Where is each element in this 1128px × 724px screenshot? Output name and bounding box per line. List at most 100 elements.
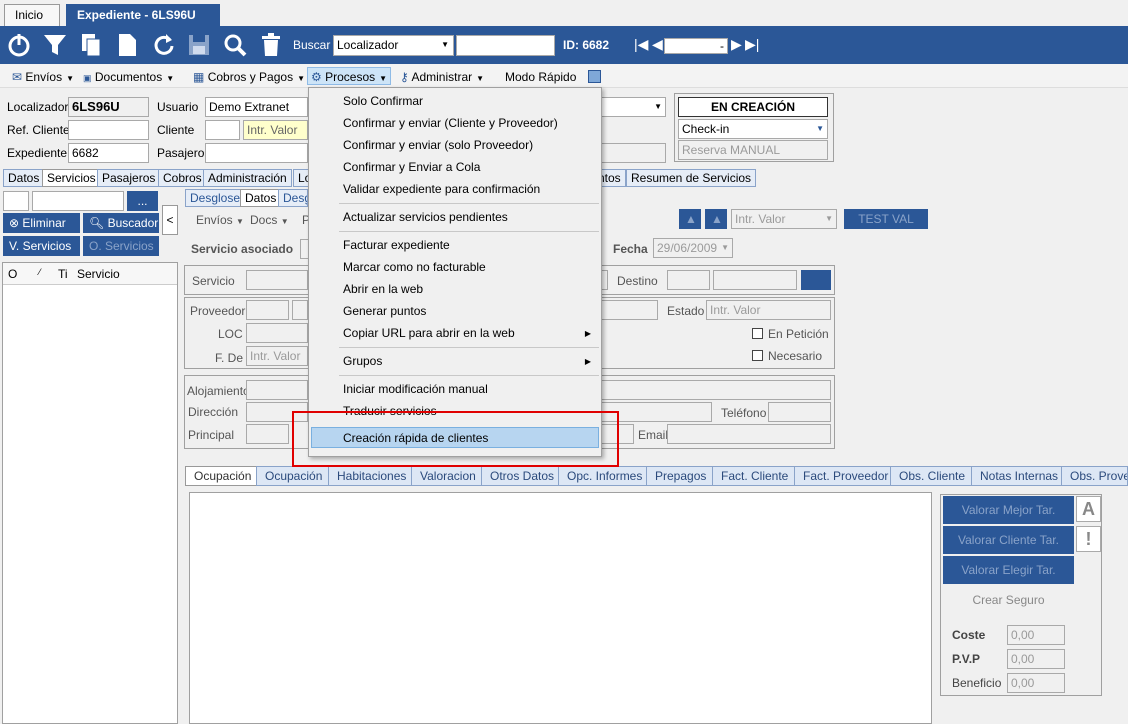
left-more-button[interactable]: ... bbox=[127, 191, 158, 211]
last-record-icon[interactable]: ▶| bbox=[745, 36, 759, 53]
proveedor-field[interactable] bbox=[292, 300, 308, 320]
v-servicios-button[interactable]: V. Servicios bbox=[3, 236, 80, 256]
destino-code-field[interactable] bbox=[667, 270, 710, 290]
bottom-tab-opc-informes[interactable]: Opc. Informes bbox=[558, 466, 652, 486]
left-code-input[interactable] bbox=[3, 191, 29, 211]
service-select[interactable]: Intr. Valor ▼ bbox=[731, 209, 837, 229]
loc-field[interactable] bbox=[246, 323, 308, 343]
bottom-tab-notas-internas[interactable]: Notas Internas bbox=[971, 466, 1068, 486]
subtab-desglose[interactable]: Desglose bbox=[185, 189, 246, 207]
image-icon[interactable] bbox=[588, 70, 601, 83]
first-record-icon[interactable]: |◀ bbox=[634, 36, 648, 53]
destino-button[interactable] bbox=[801, 270, 831, 290]
trash-icon[interactable] bbox=[258, 32, 284, 58]
col-ti[interactable]: Ti bbox=[58, 267, 68, 281]
valorar-mejor-button[interactable]: Valorar Mejor Tar. bbox=[943, 496, 1074, 524]
menu-item-facturar-expediente[interactable]: Facturar expediente bbox=[343, 238, 450, 252]
search-icon[interactable] bbox=[222, 32, 248, 58]
menu-item-copiar-url[interactable]: Copiar URL para abrir en la web bbox=[343, 326, 515, 340]
en-peticion-checkbox[interactable] bbox=[752, 328, 763, 339]
alert-button[interactable]: ! bbox=[1076, 526, 1101, 552]
menu-envios[interactable]: ✉ Envíos ▼ bbox=[12, 68, 74, 86]
font-button[interactable]: A bbox=[1076, 496, 1101, 522]
menu-procesos[interactable]: ⚙ Procesos ▼ bbox=[307, 67, 392, 85]
menu-item-actualizar-servicios[interactable]: Actualizar servicios pendientes bbox=[343, 210, 508, 224]
expediente-field[interactable]: 6682 bbox=[68, 143, 149, 163]
subtab-desg[interactable]: Desg bbox=[278, 189, 308, 207]
bottom-tab-valoracion[interactable]: Valoracion bbox=[411, 466, 485, 486]
valorar-cliente-button[interactable]: Valorar Cliente Tar. bbox=[943, 526, 1074, 554]
sub-docs-menu[interactable]: Docs ▼ bbox=[250, 213, 289, 227]
next-record-icon[interactable]: ▶ bbox=[731, 36, 742, 53]
new-document-icon[interactable] bbox=[114, 32, 140, 58]
tab-pasajeros[interactable]: Pasajeros bbox=[97, 169, 161, 187]
tab-datos[interactable]: Datos bbox=[3, 169, 45, 187]
buscar-input[interactable] bbox=[456, 35, 555, 56]
collapse-panel-button[interactable]: < bbox=[162, 205, 178, 235]
menu-cobros[interactable]: ▦ Cobros y Pagos ▼ bbox=[193, 68, 305, 86]
bottom-tab-otros-datos[interactable]: Otros Datos bbox=[481, 466, 564, 486]
subtab-datos[interactable]: Datos bbox=[240, 189, 282, 207]
menu-item-iniciar-modificacion[interactable]: Iniciar modificación manual bbox=[343, 382, 488, 396]
reserva-manual-button[interactable]: Reserva MANUAL bbox=[678, 140, 828, 160]
cliente-code-field[interactable] bbox=[205, 120, 240, 140]
menu-item-grupos[interactable]: Grupos bbox=[343, 354, 382, 368]
ref-cliente-field[interactable] bbox=[68, 120, 149, 140]
menu-item-solo-confirmar[interactable]: Solo Confirmar bbox=[343, 94, 423, 108]
bottom-tab-habitaciones[interactable]: Habitaciones bbox=[328, 466, 416, 486]
bottom-tab-fact-cliente[interactable]: Fact. Cliente bbox=[712, 466, 798, 486]
buscar-select[interactable]: Localizador ▼ bbox=[333, 35, 454, 56]
telefono-field[interactable] bbox=[768, 402, 831, 422]
services-list[interactable]: O ⁄ Ti Servicio bbox=[2, 262, 178, 724]
necesario-checkbox[interactable] bbox=[752, 350, 763, 361]
buscador-button[interactable]: 🔍︎ Buscador bbox=[83, 213, 159, 233]
menu-item-confirmar-enviar-cola[interactable]: Confirmar y Enviar a Cola bbox=[343, 160, 480, 174]
menu-item-marcar-no-facturable[interactable]: Marcar como no facturable bbox=[343, 260, 486, 274]
record-nav-input[interactable]: - bbox=[664, 38, 728, 54]
save-icon[interactable] bbox=[186, 32, 212, 58]
valorar-elegir-button[interactable]: Valorar Elegir Tar. bbox=[943, 556, 1074, 584]
alojamiento-field-2[interactable] bbox=[600, 380, 831, 400]
fecha-field[interactable]: 29/06/2009 ▼ bbox=[653, 238, 733, 258]
menu-item-confirmar-enviar-proveedor[interactable]: Confirmar y enviar (solo Proveedor) bbox=[343, 138, 533, 152]
menu-item-confirmar-enviar-cliente-proveedor[interactable]: Confirmar y enviar (Cliente y Proveedor) bbox=[343, 116, 558, 130]
menu-documentos[interactable]: ▣ Documentos ▼ bbox=[83, 68, 174, 86]
tab-inicio[interactable]: Inicio bbox=[4, 4, 60, 26]
menu-item-generar-puntos[interactable]: Generar puntos bbox=[343, 304, 426, 318]
menu-administrar[interactable]: ⚷ Administrar ▼ bbox=[400, 68, 484, 86]
estado-field[interactable]: Intr. Valor bbox=[706, 300, 831, 320]
tab-resumen-servicios[interactable]: Resumen de Servicios bbox=[626, 169, 757, 187]
bottom-tab-ocupacion-2[interactable]: Ocupación bbox=[256, 466, 332, 486]
menu-item-validar-expediente[interactable]: Validar expediente para confirmación bbox=[343, 182, 540, 196]
cliente-field[interactable]: Intr. Valor bbox=[243, 120, 308, 140]
usuario-field[interactable]: Demo Extranet bbox=[205, 97, 308, 117]
alojamiento-field[interactable] bbox=[246, 380, 308, 400]
up-arrow-icon[interactable]: ▲ bbox=[679, 209, 701, 229]
proveedor-field-2[interactable] bbox=[600, 300, 658, 320]
refresh-icon[interactable] bbox=[150, 32, 176, 58]
ocupacion-content[interactable] bbox=[189, 492, 932, 724]
principal-field[interactable] bbox=[246, 424, 289, 444]
email-field[interactable] bbox=[667, 424, 831, 444]
bottom-tab-obs-cliente[interactable]: Obs. Cliente bbox=[890, 466, 975, 486]
servicio-field[interactable] bbox=[246, 270, 308, 290]
fde-field[interactable]: Intr. Valor bbox=[246, 346, 308, 366]
crear-seguro-button[interactable]: Crear Seguro bbox=[943, 586, 1074, 614]
prev-record-icon[interactable]: ◀ bbox=[652, 36, 663, 53]
bottom-tab-prepagos[interactable]: Prepagos bbox=[646, 466, 716, 486]
pasajero-field[interactable] bbox=[205, 143, 308, 163]
copy-icon[interactable] bbox=[78, 32, 104, 58]
power-icon[interactable] bbox=[6, 32, 32, 58]
col-servicio[interactable]: Servicio bbox=[77, 267, 120, 281]
proveedor-code-field[interactable] bbox=[246, 300, 289, 320]
filter-icon[interactable] bbox=[42, 32, 68, 58]
eliminar-button[interactable]: ⊗ Eliminar bbox=[3, 213, 80, 233]
bottom-tab-ocupacion[interactable]: Ocupación bbox=[185, 466, 261, 486]
tab-servicios[interactable]: Servicios bbox=[42, 169, 101, 187]
bottom-tab-fact-proveedor[interactable]: Fact. Proveedor bbox=[794, 466, 898, 486]
up-arrow-icon-2[interactable]: ▲ bbox=[705, 209, 727, 229]
col-o[interactable]: O bbox=[8, 267, 17, 281]
test-val-button[interactable]: TEST VAL bbox=[844, 209, 928, 229]
tab-expediente[interactable]: Expediente - 6LS96U bbox=[66, 4, 220, 26]
menu-item-abrir-web[interactable]: Abrir en la web bbox=[343, 282, 423, 296]
